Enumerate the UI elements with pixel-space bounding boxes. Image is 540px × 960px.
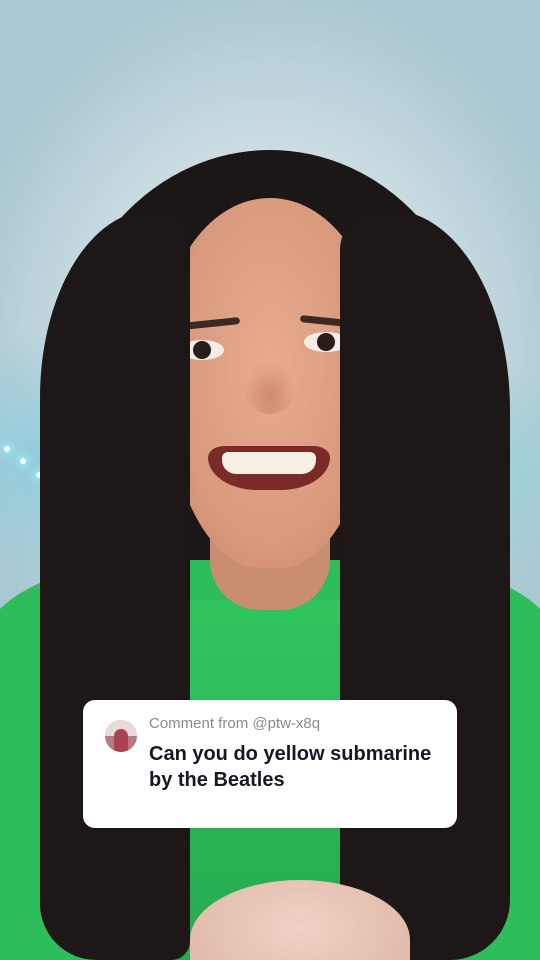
reply-comment-sticker[interactable]: Comment from @ptw-x8q Can you do yellow … bbox=[83, 700, 457, 828]
nose bbox=[244, 360, 296, 414]
led-dot bbox=[4, 446, 10, 452]
comment-author-line[interactable]: Comment from @ptw-x8q bbox=[149, 715, 320, 732]
comment-text: Can you do yellow submarine by the Beatl… bbox=[149, 743, 432, 791]
left-pupil bbox=[193, 341, 211, 359]
commenter-avatar-icon[interactable] bbox=[105, 720, 137, 752]
right-pupil bbox=[317, 333, 335, 351]
teeth bbox=[222, 452, 316, 474]
avatar-figure bbox=[114, 729, 128, 752]
led-dot bbox=[20, 458, 26, 464]
hair-left-strands bbox=[40, 210, 190, 960]
hair-right-strands bbox=[340, 210, 510, 960]
